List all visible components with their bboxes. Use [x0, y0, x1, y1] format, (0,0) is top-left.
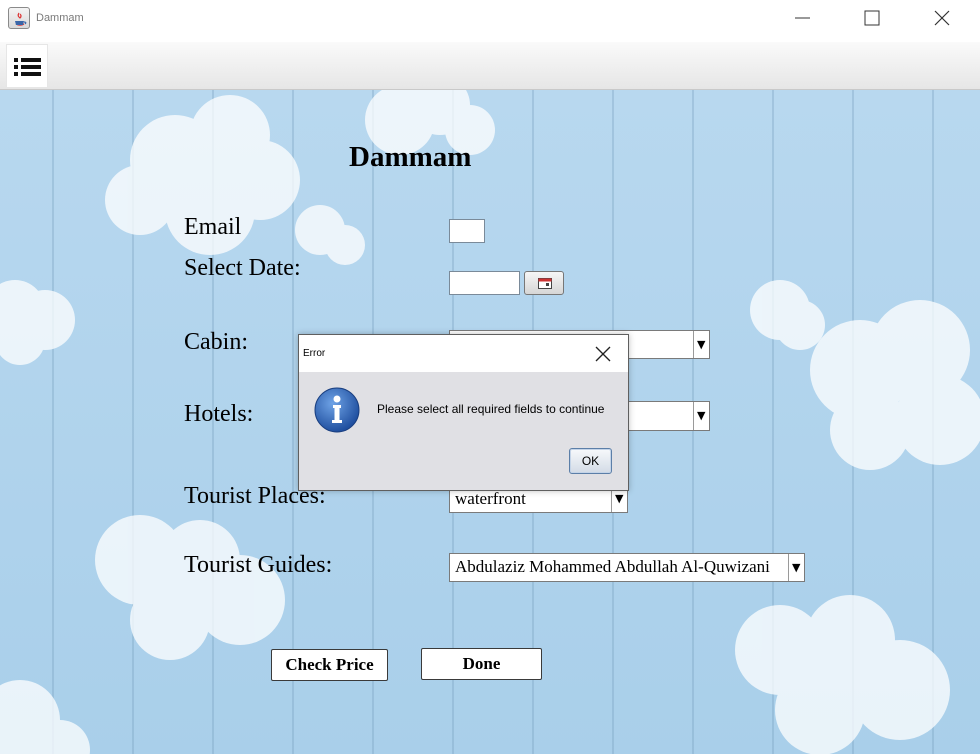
- maximize-button[interactable]: [849, 0, 895, 36]
- java-icon: [8, 7, 30, 29]
- menu-button[interactable]: [6, 44, 48, 88]
- calendar-button[interactable]: [524, 271, 564, 295]
- window-title: Dammam: [36, 12, 84, 24]
- dialog-title-bar: Error: [299, 335, 628, 372]
- tourist-guides-value: Abdulaziz Mohammed Abdullah Al-Quwizani: [455, 557, 770, 576]
- minimize-button[interactable]: [780, 0, 826, 36]
- close-icon: [595, 346, 611, 362]
- dialog-title: Error: [303, 348, 326, 359]
- email-label: Email: [184, 214, 242, 240]
- info-icon: [314, 387, 360, 433]
- toolbar: [0, 42, 980, 90]
- ok-button[interactable]: OK: [569, 448, 612, 474]
- hotels-label: Hotels:: [184, 401, 254, 427]
- cabin-label: Cabin:: [184, 329, 248, 355]
- hotels-chevron-down-icon: ▼: [693, 402, 709, 430]
- email-field[interactable]: [449, 219, 485, 243]
- dialog-close-button[interactable]: [593, 344, 613, 364]
- date-field[interactable]: [449, 271, 520, 295]
- title-bar: Dammam: [0, 0, 980, 42]
- select-date-label: Select Date:: [184, 255, 301, 281]
- tourist-places-value: waterfront: [455, 489, 526, 508]
- done-button[interactable]: Done: [421, 648, 542, 680]
- close-button[interactable]: [919, 0, 965, 36]
- tourist-guides-chevron-down-icon: ▼: [788, 554, 804, 581]
- tourist-guides-dropdown[interactable]: Abdulaziz Mohammed Abdullah Al-Quwizani …: [449, 553, 805, 582]
- tourist-guides-label: Tourist Guides:: [184, 552, 333, 578]
- dialog-message: Please select all required fields to con…: [377, 402, 605, 416]
- check-price-button[interactable]: Check Price: [271, 649, 388, 681]
- list-icon: [14, 58, 41, 76]
- error-dialog: Error Please select all required fields …: [298, 334, 629, 491]
- calendar-icon: [538, 278, 552, 289]
- page-title: Dammam: [349, 141, 472, 173]
- cabin-chevron-down-icon: ▼: [693, 331, 709, 358]
